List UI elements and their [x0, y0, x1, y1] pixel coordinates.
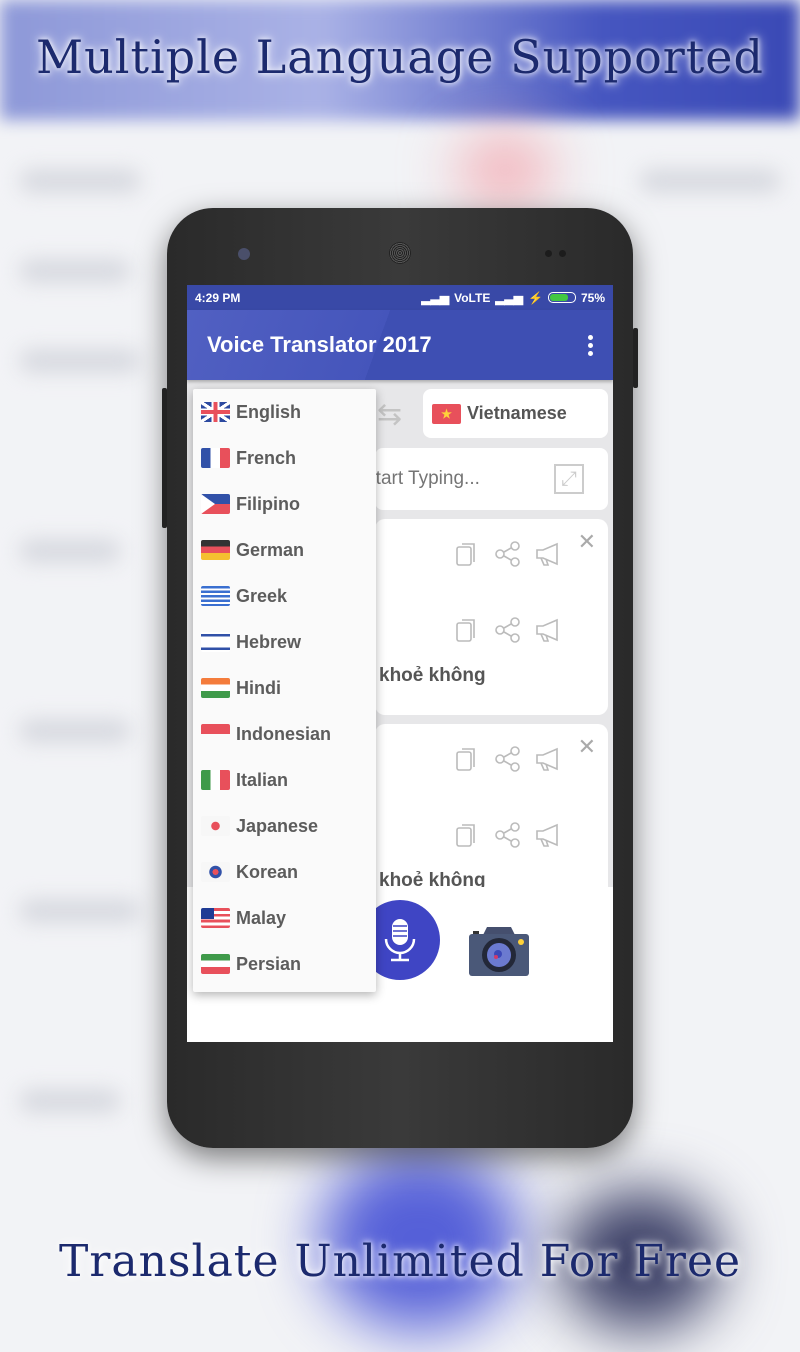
battery-icon: [547, 292, 576, 303]
translation-card: ✕ khoẻ không: [375, 724, 608, 904]
translation-card: ✕ khoẻ không: [375, 519, 608, 715]
volume-button: [162, 388, 167, 528]
target-language-label: Vietnamese: [467, 403, 567, 423]
india-flag-icon: [201, 678, 230, 698]
share-icon[interactable]: [495, 822, 520, 848]
app-screen: 4:29 PM ▂▃▅ VoLTE ▂▃▅ ⚡ 75% Voice Transl…: [187, 285, 613, 1042]
language-option-label: Persian: [236, 953, 302, 974]
language-option-label: Korean: [236, 861, 299, 882]
language-option-hebrew[interactable]: Hebrew: [193, 619, 376, 665]
language-option-label: Italian: [236, 769, 289, 790]
charging-icon: ⚡: [528, 290, 543, 305]
promo-headline-top: Multiple Language Supported: [36, 30, 764, 84]
language-option-label: Greek: [236, 585, 288, 606]
translated-text: khoẻ không: [379, 665, 486, 686]
copy-icon[interactable]: [455, 617, 479, 643]
copy-icon[interactable]: [455, 746, 479, 772]
text-input[interactable]: [375, 468, 545, 490]
expand-icon[interactable]: ⤢: [554, 464, 584, 494]
text-input-card: ⤢: [375, 448, 608, 510]
language-option-label: Hebrew: [236, 631, 302, 652]
uk-flag-icon: [201, 402, 230, 422]
iran-flag-icon: [201, 954, 230, 974]
italy-flag-icon: [201, 770, 230, 790]
microphone-icon: [384, 919, 416, 962]
status-bar: 4:29 PM ▂▃▅ VoLTE ▂▃▅ ⚡ 75%: [187, 285, 613, 310]
language-option-french[interactable]: French: [193, 435, 376, 481]
language-dropdown-menu: English French Filipino German Greek Hebrew Hi…: [193, 389, 376, 992]
language-option-label: Hindi: [236, 677, 281, 698]
language-option-malay[interactable]: Malay: [193, 895, 376, 941]
sensor: [545, 250, 552, 257]
language-option-label: Indonesian: [236, 723, 332, 744]
more-vert-icon[interactable]: [588, 334, 593, 356]
target-language-selector[interactable]: ★ Vietnamese: [423, 389, 608, 438]
swap-languages-icon[interactable]: ⇆: [377, 397, 402, 432]
speaker-icon[interactable]: [535, 617, 559, 643]
app-bar: Voice Translator 2017: [187, 310, 613, 380]
language-option-english[interactable]: English: [193, 389, 376, 435]
language-option-persian[interactable]: Persian: [193, 941, 376, 987]
camera-button[interactable]: [469, 925, 529, 982]
malaysia-flag-icon: [201, 908, 230, 928]
japan-flag-icon: [201, 816, 230, 836]
language-option-label: French: [236, 447, 297, 468]
copy-icon[interactable]: [455, 541, 479, 567]
vietnam-flag-icon: ★: [432, 403, 461, 424]
sensor: [559, 250, 566, 257]
battery-percent: 75%: [580, 290, 605, 305]
promo-headline-bottom: Translate Unlimited For Free: [58, 1236, 742, 1287]
copy-icon[interactable]: [455, 822, 479, 848]
share-icon[interactable]: [495, 617, 520, 643]
app-title: Voice Translator 2017: [207, 332, 432, 357]
indonesia-flag-icon: [201, 724, 230, 744]
korea-flag-icon: [201, 862, 230, 882]
philippines-flag-icon: [201, 494, 230, 514]
language-option-german[interactable]: German: [193, 527, 376, 573]
signal-icon: ▂▃▅: [421, 290, 450, 305]
language-option-indonesian[interactable]: Indonesian: [193, 711, 376, 757]
language-option-italian[interactable]: Italian: [193, 757, 376, 803]
speaker-icon[interactable]: [535, 541, 559, 567]
language-option-filipino[interactable]: Filipino: [193, 481, 376, 527]
language-option-greek[interactable]: Greek: [193, 573, 376, 619]
front-camera: [238, 248, 250, 260]
close-icon[interactable]: ✕: [578, 734, 596, 760]
germany-flag-icon: [201, 540, 230, 560]
close-icon[interactable]: ✕: [578, 529, 596, 555]
language-option-label: Filipino: [236, 493, 300, 514]
signal-icon: ▂▃▅: [495, 290, 524, 305]
language-option-korean[interactable]: Korean: [193, 849, 376, 895]
language-option-japanese[interactable]: Japanese: [193, 803, 376, 849]
speaker-icon[interactable]: [535, 822, 559, 848]
israel-flag-icon: [201, 632, 230, 652]
greece-flag-icon: [201, 586, 230, 606]
camera-icon: [469, 927, 529, 976]
language-option-label: Japanese: [236, 815, 319, 836]
speaker-icon[interactable]: [535, 746, 559, 772]
share-icon[interactable]: [495, 541, 520, 567]
earpiece: [389, 242, 411, 264]
network-type: VoLTE: [454, 290, 491, 305]
language-option-label: English: [236, 401, 302, 422]
status-time: 4:29 PM: [195, 290, 241, 305]
language-option-label: Malay: [236, 907, 287, 928]
share-icon[interactable]: [495, 746, 520, 772]
power-button: [633, 328, 638, 388]
language-option-label: German: [236, 539, 305, 560]
france-flag-icon: [201, 448, 230, 468]
language-option-hindi[interactable]: Hindi: [193, 665, 376, 711]
